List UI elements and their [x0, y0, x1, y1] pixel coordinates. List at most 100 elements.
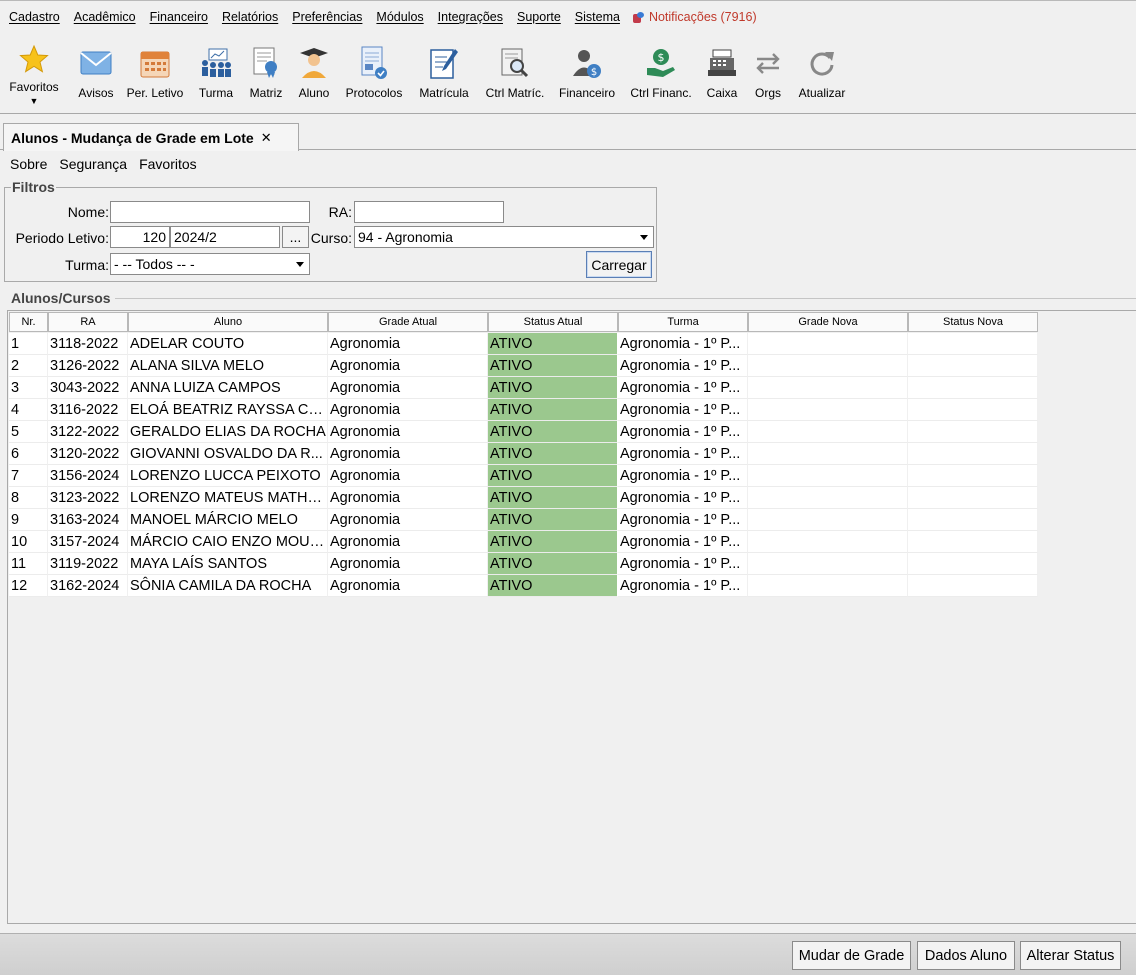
cell-aluno[interactable]: SÔNIA CAMILA DA ROCHA [128, 575, 328, 597]
cell-turma[interactable]: Agronomia - 1º P... [618, 465, 748, 487]
cell-grade-atual[interactable]: Agronomia [328, 443, 488, 465]
notifications-link[interactable]: Notificações (7916) [627, 10, 763, 24]
cell-status-nova[interactable] [908, 355, 1038, 377]
cell-status-nova[interactable] [908, 465, 1038, 487]
cell-grade-nova[interactable] [748, 509, 908, 531]
table-row[interactable]: 3 3043-2022 ANNA LUIZA CAMPOS Agronomia ATIV… [9, 377, 1038, 399]
cell-status-atual[interactable]: ATIVO [488, 575, 618, 597]
ra-input[interactable] [354, 201, 504, 223]
turma-select[interactable]: - -- Todos -- - [110, 253, 310, 275]
cell-status-atual[interactable]: ATIVO [488, 421, 618, 443]
cell-status-atual[interactable]: ATIVO [488, 531, 618, 553]
curso-select[interactable]: 94 - Agronomia [354, 226, 654, 248]
menu-academico[interactable]: Acadêmico [67, 10, 143, 24]
cell-nr[interactable]: 9 [9, 509, 48, 531]
menu-preferencias[interactable]: Preferências [285, 10, 369, 24]
cell-grade-nova[interactable] [748, 487, 908, 509]
menu-cadastro[interactable]: Cadastro [2, 10, 67, 24]
cell-status-nova[interactable] [908, 377, 1038, 399]
toolbar-caixa-button[interactable]: Caixa [702, 36, 742, 112]
table-row[interactable]: 2 3126-2022 ALANA SILVA MELO Agronomia ATIVO… [9, 355, 1038, 377]
toolbar-matricula-button[interactable]: Matrícula [416, 36, 472, 112]
cell-grade-nova[interactable] [748, 553, 908, 575]
cell-grade-nova[interactable] [748, 355, 908, 377]
cell-nr[interactable]: 1 [9, 333, 48, 355]
cell-grade-nova[interactable] [748, 399, 908, 421]
table-row[interactable]: 6 3120-2022 GIOVANNI OSVALDO DA R... Agrono… [9, 443, 1038, 465]
cell-aluno[interactable]: ADELAR COUTO [128, 333, 328, 355]
cell-nr[interactable]: 11 [9, 553, 48, 575]
cell-ra[interactable]: 3043-2022 [48, 377, 128, 399]
cell-grade-atual[interactable]: Agronomia [328, 531, 488, 553]
alterar-status-button[interactable]: Alterar Status [1020, 941, 1121, 970]
cell-turma[interactable]: Agronomia - 1º P... [618, 575, 748, 597]
students-grid[interactable]: Nr. RA Aluno Grade Atual Status Atual Tu… [7, 310, 1136, 924]
carregar-button[interactable]: Carregar [586, 251, 652, 278]
cell-turma[interactable]: Agronomia - 1º P... [618, 333, 748, 355]
cell-turma[interactable]: Agronomia - 1º P... [618, 443, 748, 465]
cell-grade-nova[interactable] [748, 443, 908, 465]
cell-grade-nova[interactable] [748, 377, 908, 399]
menu-financeiro[interactable]: Financeiro [143, 10, 215, 24]
cell-aluno[interactable]: MANOEL MÁRCIO MELO [128, 509, 328, 531]
cell-status-nova[interactable] [908, 443, 1038, 465]
cell-grade-nova[interactable] [748, 575, 908, 597]
submenu-seguranca[interactable]: Segurança [53, 156, 133, 172]
cell-aluno[interactable]: LORENZO MATEUS MATHE... [128, 487, 328, 509]
table-row[interactable]: 7 3156-2024 LORENZO LUCCA PEIXOTO Agronomia… [9, 465, 1038, 487]
cell-status-atual[interactable]: ATIVO [488, 443, 618, 465]
cell-grade-nova[interactable] [748, 465, 908, 487]
cell-status-nova[interactable] [908, 333, 1038, 355]
cell-nr[interactable]: 3 [9, 377, 48, 399]
table-row[interactable]: 4 3116-2022 ELOÁ BEATRIZ RAYSSA CAR... Agro… [9, 399, 1038, 421]
cell-nr[interactable]: 6 [9, 443, 48, 465]
menu-integracoes[interactable]: Integrações [431, 10, 510, 24]
toolbar-orgs-button[interactable]: Orgs [750, 36, 786, 112]
toolbar-ctrl-financ-button[interactable]: $ Ctrl Financ. [628, 36, 694, 112]
cell-grade-atual[interactable]: Agronomia [328, 553, 488, 575]
submenu-sobre[interactable]: Sobre [4, 156, 53, 172]
cell-ra[interactable]: 3162-2024 [48, 575, 128, 597]
cell-nr[interactable]: 8 [9, 487, 48, 509]
cell-grade-atual[interactable]: Agronomia [328, 399, 488, 421]
cell-status-atual[interactable]: ATIVO [488, 377, 618, 399]
menu-suporte[interactable]: Suporte [510, 10, 568, 24]
column-header-status-nova[interactable]: Status Nova [908, 312, 1038, 332]
toolbar-turma-button[interactable]: Turma [196, 36, 236, 112]
column-header-grade-atual[interactable]: Grade Atual [328, 312, 488, 332]
cell-nr[interactable]: 5 [9, 421, 48, 443]
toolbar-protocolos-button[interactable]: Protocolos [342, 36, 406, 112]
cell-status-nova[interactable] [908, 399, 1038, 421]
cell-grade-nova[interactable] [748, 531, 908, 553]
cell-turma[interactable]: Agronomia - 1º P... [618, 509, 748, 531]
cell-grade-atual[interactable]: Agronomia [328, 509, 488, 531]
toolbar-ctrl-matric-button[interactable]: Ctrl Matríc. [482, 36, 548, 112]
cell-ra[interactable]: 3116-2022 [48, 399, 128, 421]
cell-status-nova[interactable] [908, 487, 1038, 509]
cell-turma[interactable]: Agronomia - 1º P... [618, 531, 748, 553]
cell-aluno[interactable]: MAYA LAÍS SANTOS [128, 553, 328, 575]
cell-turma[interactable]: Agronomia - 1º P... [618, 377, 748, 399]
cell-turma[interactable]: Agronomia - 1º P... [618, 355, 748, 377]
cell-ra[interactable]: 3157-2024 [48, 531, 128, 553]
cell-aluno[interactable]: ALANA SILVA MELO [128, 355, 328, 377]
column-header-ra[interactable]: RA [48, 312, 128, 332]
cell-turma[interactable]: Agronomia - 1º P... [618, 399, 748, 421]
cell-status-nova[interactable] [908, 421, 1038, 443]
cell-nr[interactable]: 10 [9, 531, 48, 553]
cell-status-nova[interactable] [908, 509, 1038, 531]
cell-grade-atual[interactable]: Agronomia [328, 487, 488, 509]
cell-turma[interactable]: Agronomia - 1º P... [618, 487, 748, 509]
cell-nr[interactable]: 7 [9, 465, 48, 487]
table-row[interactable]: 8 3123-2022 LORENZO MATEUS MATHE... Agronom… [9, 487, 1038, 509]
cell-nr[interactable]: 12 [9, 575, 48, 597]
cell-aluno[interactable]: ELOÁ BEATRIZ RAYSSA CAR... [128, 399, 328, 421]
periodo-lookup-button[interactable]: ... [282, 226, 309, 248]
cell-ra[interactable]: 3123-2022 [48, 487, 128, 509]
cell-grade-nova[interactable] [748, 333, 908, 355]
dados-aluno-button[interactable]: Dados Aluno [917, 941, 1015, 970]
cell-status-atual[interactable]: ATIVO [488, 487, 618, 509]
table-row[interactable]: 12 3162-2024 SÔNIA CAMILA DA ROCHA Agronomi… [9, 575, 1038, 597]
cell-aluno[interactable]: GIOVANNI OSVALDO DA R... [128, 443, 328, 465]
cell-aluno[interactable]: LORENZO LUCCA PEIXOTO [128, 465, 328, 487]
